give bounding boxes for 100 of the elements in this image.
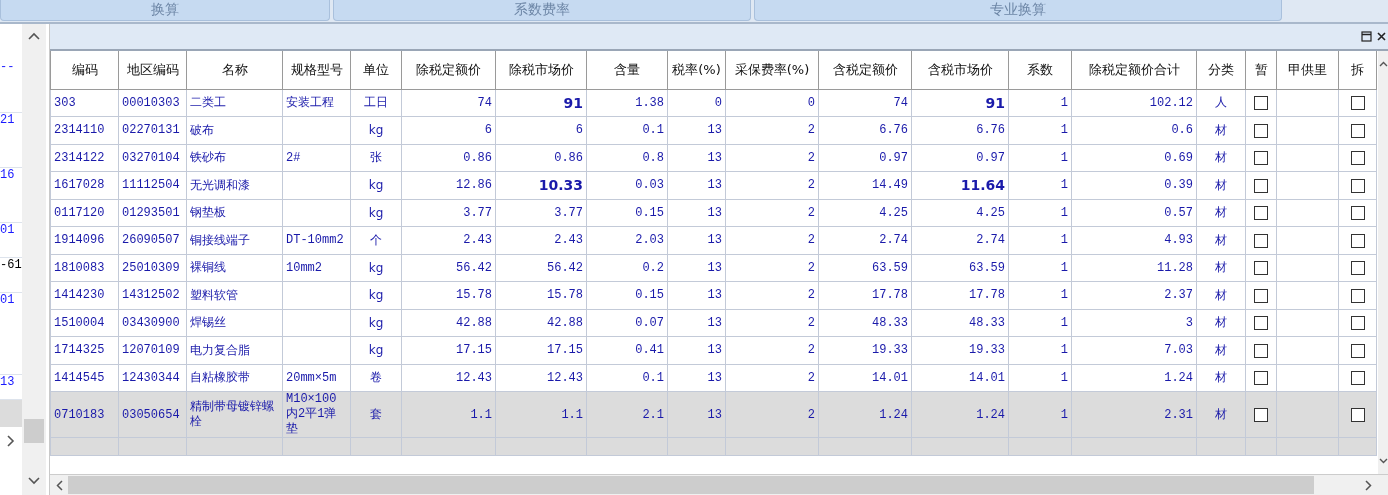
scroll-up-icon[interactable] xyxy=(1378,61,1388,67)
column-header[interactable]: 编码 xyxy=(50,51,119,89)
checkbox[interactable] xyxy=(1350,206,1365,220)
table-cell: 1.1 xyxy=(495,391,587,438)
table-cell: 91 xyxy=(911,89,1009,117)
cell-text: 13 xyxy=(0,375,15,389)
checkbox[interactable] xyxy=(1350,407,1365,422)
table-cell: 4.25 xyxy=(911,199,1009,227)
table-cell: 工日 xyxy=(350,89,402,117)
table-cell: 102.12 xyxy=(1071,89,1197,117)
checkbox[interactable] xyxy=(1350,123,1365,138)
checkbox[interactable] xyxy=(1350,316,1365,330)
table-cell: 张 xyxy=(350,144,402,172)
table-cell: 0.69 xyxy=(1071,144,1197,172)
column-header[interactable]: 甲供里 xyxy=(1276,51,1339,89)
column-header[interactable]: 除税定额价合计 xyxy=(1071,51,1197,89)
table-cell: 材 xyxy=(1196,199,1246,227)
column-header[interactable]: 系数 xyxy=(1008,51,1072,89)
table-cell: 1617028 xyxy=(50,171,119,199)
column-header[interactable]: 拆 xyxy=(1338,51,1377,89)
cell-text: 01 xyxy=(0,293,15,307)
checkbox[interactable] xyxy=(1254,178,1268,193)
column-header[interactable]: 采保费率(%) xyxy=(725,51,819,89)
table-cell: 11112504 xyxy=(118,171,187,199)
column-header[interactable]: 地区编码 xyxy=(118,51,187,89)
checkbox[interactable] xyxy=(1350,233,1365,248)
table-cell: 10mm2 xyxy=(282,254,351,282)
table-cell: 11.28 xyxy=(1071,254,1197,282)
checkbox[interactable] xyxy=(1254,206,1268,220)
checkbox[interactable] xyxy=(1254,316,1268,330)
checkbox[interactable] xyxy=(1350,261,1365,275)
checkbox[interactable] xyxy=(1254,407,1268,422)
table-cell: 91 xyxy=(495,89,587,117)
checkbox[interactable] xyxy=(1254,261,1268,275)
table-cell: 0.39 xyxy=(1071,171,1197,199)
table-cell: 材 xyxy=(1196,254,1246,282)
checkbox[interactable] xyxy=(1254,123,1268,138)
scroll-up-icon[interactable] xyxy=(28,32,40,40)
table-cell: 56.42 xyxy=(495,254,587,282)
scroll-down-icon[interactable] xyxy=(1378,458,1388,464)
table-cell: 10.33 xyxy=(495,171,587,199)
column-header[interactable]: 税率(%) xyxy=(667,51,726,89)
table-cell: 0 xyxy=(667,89,726,117)
table-cell: 2 xyxy=(725,364,819,392)
table-cell: 13 xyxy=(667,364,726,392)
scroll-thumb[interactable] xyxy=(68,476,1314,494)
column-header[interactable]: 含税定额价 xyxy=(818,51,912,89)
table-cell: kg xyxy=(350,281,402,309)
checkbox[interactable] xyxy=(1350,151,1365,165)
vertical-scrollbar[interactable] xyxy=(22,24,46,495)
column-header[interactable]: 名称 xyxy=(186,51,283,89)
checkbox[interactable] xyxy=(1254,371,1268,385)
close-icon[interactable] xyxy=(1377,32,1386,41)
checkbox[interactable] xyxy=(1254,233,1268,248)
horizontal-scrollbar[interactable] xyxy=(50,474,1388,495)
scroll-right-icon[interactable] xyxy=(1364,479,1372,491)
column-header[interactable]: 含税市场价 xyxy=(911,51,1009,89)
scroll-down-icon[interactable] xyxy=(28,477,40,485)
checkbox[interactable] xyxy=(1350,371,1365,385)
table-cell: 2 xyxy=(725,226,819,254)
column-header[interactable]: 单位 xyxy=(350,51,402,89)
table-cell: 1914096 xyxy=(50,226,119,254)
table-cell: 0.1 xyxy=(586,116,668,144)
table-cell: 材 xyxy=(1196,391,1246,438)
checkbox[interactable] xyxy=(1350,343,1365,358)
column-header[interactable]: 分类 xyxy=(1196,51,1246,89)
table-cell: 人 xyxy=(1196,89,1246,117)
checkbox[interactable] xyxy=(1254,96,1268,110)
table-cell: 1 xyxy=(1008,281,1072,309)
table-cell: 2314110 xyxy=(50,116,119,144)
table-cell: 电力复合脂 xyxy=(186,336,283,364)
checkbox[interactable] xyxy=(1254,151,1268,165)
table-cell: 1810083 xyxy=(50,254,119,282)
scroll-right-icon[interactable] xyxy=(6,435,16,447)
restore-icon[interactable] xyxy=(1361,31,1372,42)
table-cell: 精制带母镀锌螺栓 xyxy=(186,391,283,438)
checkbox[interactable] xyxy=(1350,96,1365,110)
column-header[interactable]: 除税定额价 xyxy=(401,51,496,89)
checkbox[interactable] xyxy=(1350,288,1365,303)
checkbox[interactable] xyxy=(1254,343,1268,358)
table-cell: 13 xyxy=(667,144,726,172)
table-cell: 1.24 xyxy=(818,391,912,438)
column-header[interactable]: 除税市场价 xyxy=(495,51,587,89)
table-cell: 11.64 xyxy=(911,171,1009,199)
table-cell: 14.01 xyxy=(818,364,912,392)
table-cell: 1 xyxy=(1008,254,1072,282)
scroll-thumb[interactable] xyxy=(24,419,44,443)
checkbox[interactable] xyxy=(1350,178,1365,193)
table-cell: 1414230 xyxy=(50,281,119,309)
column-header[interactable]: 暂 xyxy=(1245,51,1277,89)
table-cell: 6.76 xyxy=(818,116,912,144)
table-cell: 56.42 xyxy=(401,254,496,282)
column-header[interactable]: 规格型号 xyxy=(282,51,351,89)
column-header[interactable]: 含量 xyxy=(586,51,668,89)
checkbox[interactable] xyxy=(1254,288,1268,303)
table-cell: 1 xyxy=(1008,336,1072,364)
table-cell: 0.1 xyxy=(586,364,668,392)
scroll-left-icon[interactable] xyxy=(56,479,64,491)
table-cell: 0.03 xyxy=(586,171,668,199)
table-cell: 42.88 xyxy=(401,309,496,337)
